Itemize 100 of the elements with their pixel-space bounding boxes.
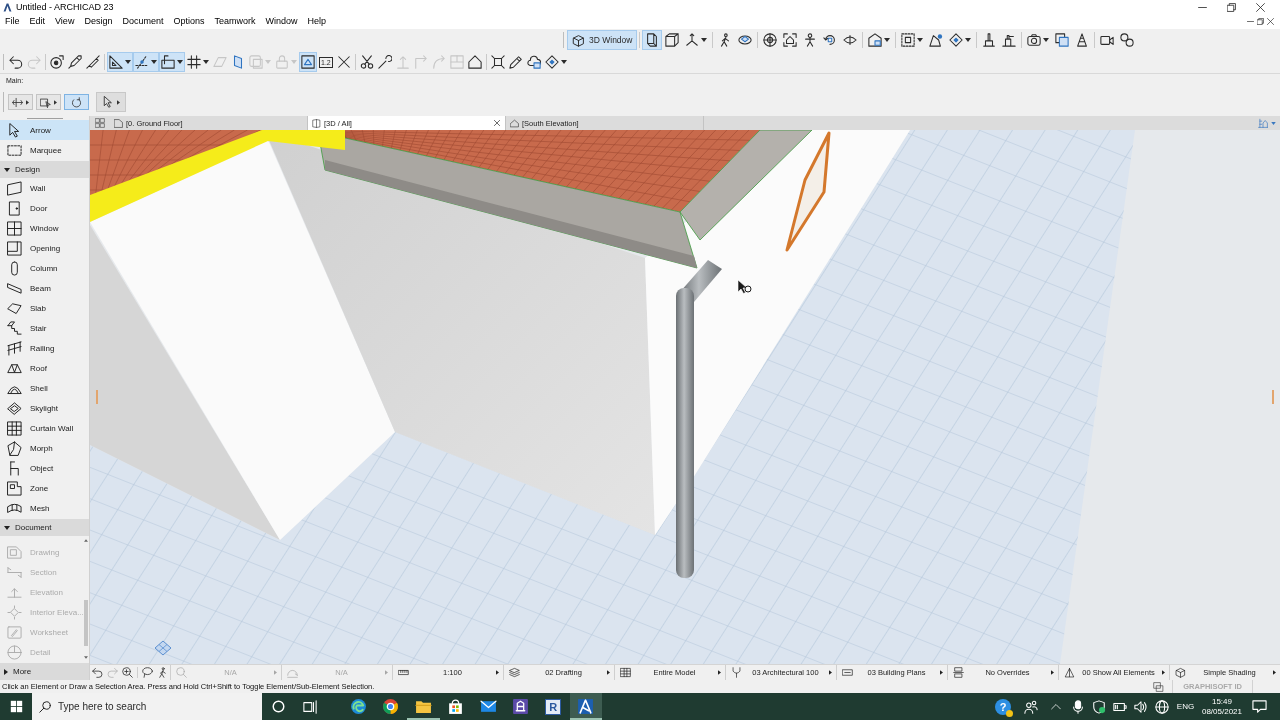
toolbar-button[interactable] xyxy=(107,52,133,72)
toolbox-item[interactable]: Window xyxy=(0,218,89,238)
palette-header[interactable]: Document xyxy=(0,519,89,536)
scissors-icon xyxy=(359,55,374,69)
tiles-icon[interactable] xyxy=(95,118,105,128)
toolbox-item[interactable]: Wall xyxy=(0,178,89,198)
taskbar-app-button[interactable] xyxy=(569,693,602,720)
house-icon xyxy=(467,55,482,69)
toolbox-item[interactable]: Beam xyxy=(0,278,89,298)
toolbar-button[interactable] xyxy=(185,52,211,72)
triangle-icon xyxy=(1064,667,1075,678)
polyhedron-icon xyxy=(7,440,22,456)
taskbar-app-button[interactable]: R xyxy=(537,693,570,720)
toolbar-button[interactable] xyxy=(133,52,159,72)
toolbox-item[interactable]: Zone xyxy=(0,478,89,498)
toolbox-item[interactable]: Marquee xyxy=(0,140,89,160)
palette-header[interactable]: Design xyxy=(0,161,89,178)
people-icon[interactable] xyxy=(1024,699,1038,714)
toolbox-item[interactable]: Object xyxy=(0,458,89,478)
menu-item[interactable]: Help xyxy=(302,14,331,29)
drawing-frame-icon xyxy=(7,544,22,560)
parallelogram-icon xyxy=(213,55,227,69)
clock-date[interactable]: 08/05/2021 xyxy=(1201,706,1242,717)
building-tile-icon xyxy=(512,698,530,715)
info-box-button[interactable] xyxy=(96,92,126,112)
eyedropper-icon xyxy=(68,55,82,69)
toolbar-button[interactable] xyxy=(642,30,663,50)
envelope-icon xyxy=(479,698,497,715)
menu-item[interactable]: View xyxy=(50,14,80,29)
toolbox-item[interactable]: Slab xyxy=(0,298,89,318)
toolbar-button[interactable] xyxy=(84,52,102,72)
menu-item[interactable]: Edit xyxy=(24,14,51,29)
close-icon[interactable] xyxy=(1267,18,1274,25)
info-box-button[interactable] xyxy=(36,94,61,110)
caret-icon xyxy=(1162,670,1165,675)
lock-icon xyxy=(275,55,289,69)
menu-item[interactable]: Options xyxy=(168,14,210,29)
toolbox-item[interactable]: Column xyxy=(0,258,89,278)
scrollbar-thumb[interactable] xyxy=(84,600,88,646)
toolbox-item[interactable]: Roof xyxy=(0,358,89,378)
toolbar-button[interactable] xyxy=(159,52,185,72)
menu-item[interactable]: Design xyxy=(79,14,118,29)
toolbar-button[interactable] xyxy=(299,52,317,72)
windows-stack-icon[interactable] xyxy=(1153,681,1165,692)
microphone-icon[interactable] xyxy=(1070,699,1085,714)
info-box-button[interactable] xyxy=(64,94,89,110)
video-camera-icon xyxy=(1100,33,1115,47)
toolbox-item[interactable]: Opening xyxy=(0,238,89,258)
language-indicator[interactable]: ENG xyxy=(1176,702,1195,711)
guide-lines-icon xyxy=(135,55,149,69)
menu-item[interactable]: File xyxy=(0,14,25,29)
edge-handle-icon[interactable] xyxy=(1272,390,1274,404)
speaker-icon[interactable] xyxy=(1133,699,1148,714)
toolbox-item[interactable]: Arrow xyxy=(0,120,89,140)
toolbox-item[interactable]: Mesh xyxy=(0,498,89,518)
fork-icon xyxy=(731,667,742,678)
toolbox-item[interactable]: Door xyxy=(0,198,89,218)
search-field[interactable]: Type here to search xyxy=(32,693,262,720)
redo-icon xyxy=(107,667,118,678)
chevron-up-icon[interactable] xyxy=(1051,701,1061,712)
3d-window-button[interactable]: 3D Window xyxy=(567,30,638,50)
sprayer-icon xyxy=(1002,33,1017,47)
menu-item[interactable]: Teamwork xyxy=(209,14,261,29)
navigation-button[interactable] xyxy=(140,665,155,680)
cone-icon xyxy=(1075,33,1090,47)
navigation-button[interactable] xyxy=(120,665,135,680)
menu-item[interactable]: Window xyxy=(260,14,303,29)
toolbar-button[interactable] xyxy=(542,52,569,72)
message-icon[interactable] xyxy=(1251,699,1267,714)
toolbox-item[interactable]: Curtain Wall xyxy=(0,418,89,438)
toolbar-button[interactable] xyxy=(66,52,84,72)
circles-icon xyxy=(1120,33,1135,47)
diamond-icon xyxy=(544,55,559,69)
toolbar-button[interactable] xyxy=(48,52,66,72)
toolbox-item[interactable]: Shell xyxy=(0,378,89,398)
toolbar-button[interactable] xyxy=(488,52,507,72)
room-plan-icon xyxy=(7,480,22,496)
toolbox-item[interactable]: Morph xyxy=(0,438,89,458)
toolbox-item[interactable]: Stair xyxy=(0,318,89,338)
navigation-button[interactable] xyxy=(90,665,105,680)
minimize-icon[interactable] xyxy=(1247,18,1254,25)
shield-icon[interactable] xyxy=(1091,699,1106,714)
globe-icon[interactable] xyxy=(1155,699,1169,714)
toolbar-button[interactable] xyxy=(375,52,394,72)
toolbox-item[interactable]: Skylight xyxy=(0,398,89,418)
caret-icon xyxy=(607,670,610,675)
restore-icon[interactable] xyxy=(1257,18,1264,25)
edge-handle-icon[interactable] xyxy=(96,390,98,404)
four-squares-icon xyxy=(9,700,23,713)
cube-icon xyxy=(665,33,680,47)
palette-header[interactable]: More xyxy=(0,663,89,680)
info-box-button[interactable] xyxy=(8,94,33,110)
toolbar-button[interactable] xyxy=(465,52,484,72)
layers-icon xyxy=(509,667,520,678)
toolbox-item[interactable]: Railing xyxy=(0,338,89,358)
cube-icon xyxy=(572,33,585,47)
menu-item[interactable]: Document xyxy=(117,14,169,29)
x-mark-icon xyxy=(336,55,351,69)
close-icon[interactable] xyxy=(494,120,500,126)
clock-time[interactable]: 15:49 xyxy=(1211,696,1232,707)
